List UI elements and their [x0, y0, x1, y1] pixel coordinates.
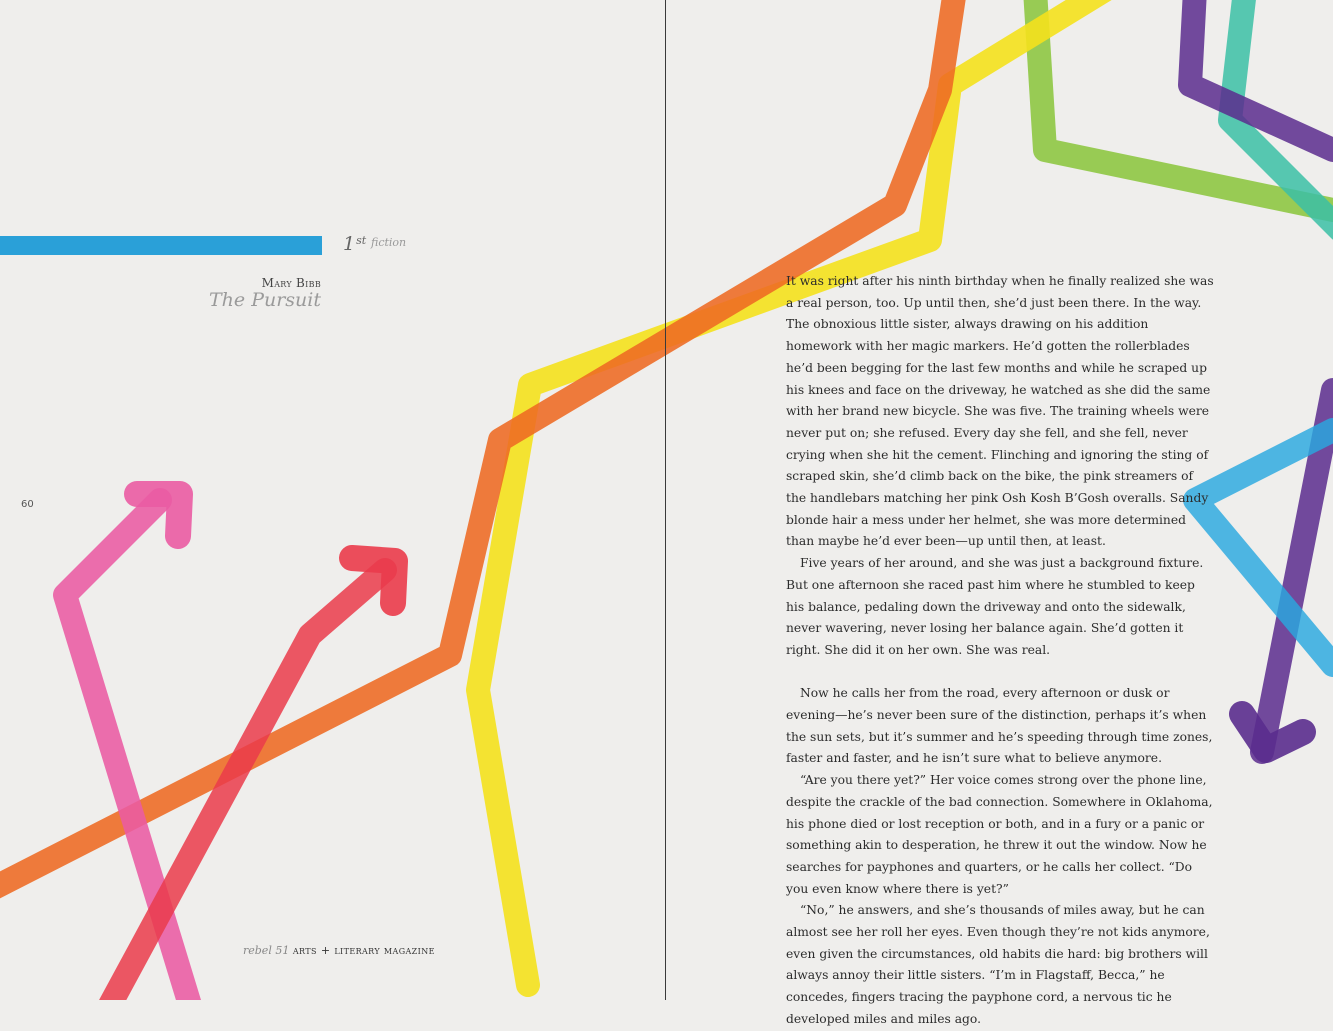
story-paragraph: Five years of her around, and she was ju…: [786, 556, 1204, 657]
award-place: 1st: [343, 233, 366, 255]
category-label: fiction: [371, 236, 407, 249]
story-paragraph: “Are you there yet?” Her voice comes str…: [786, 773, 1213, 896]
story-body: It was right after his ninth birthday wh…: [786, 271, 1216, 1031]
purple-line: [1178, 0, 1333, 162]
place-number: 1: [343, 233, 356, 255]
magazine-spread: 1st fiction Mary Bibb The Pursuit 60 reb…: [0, 0, 1333, 1026]
story-paragraph: Now he calls her from the road, every af…: [786, 686, 1213, 766]
story-title: The Pursuit: [209, 289, 321, 311]
author-name: Mary Bibb: [261, 276, 321, 290]
red-arrow-shaft: [99, 558, 397, 1000]
footer-magazine-name: rebel 51: [243, 944, 290, 957]
story-paragraph: “No,” he answers, and she’s thousands of…: [786, 903, 1210, 1026]
page-gutter: [665, 0, 666, 1000]
page-number: 60: [21, 499, 34, 510]
magazine-footer: rebel 51 arts + literary magazine: [243, 944, 435, 957]
place-suffix: st: [356, 234, 367, 247]
pink-arrow-shaft: [53, 488, 202, 1000]
footer-magazine-tagline: arts + literary magazine: [292, 944, 435, 957]
accent-bar: [0, 236, 322, 255]
story-paragraph: It was right after his ninth birthday wh…: [786, 274, 1214, 549]
